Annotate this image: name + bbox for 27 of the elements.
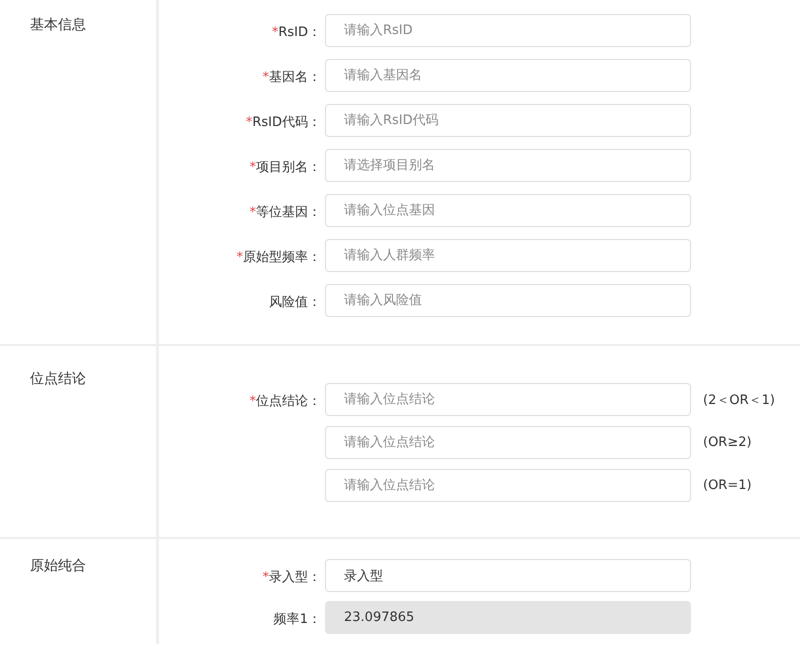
range-note: (OR≥2) (703, 435, 752, 450)
field-label: *录入型： (262, 570, 321, 584)
field-label: 风险值： (269, 294, 321, 310)
input-field[interactable]: 请输入人群频率 (325, 239, 691, 272)
input-field[interactable]: 请输入位点结论 (325, 426, 691, 459)
input-field[interactable]: 请输入位点基因 (325, 194, 691, 227)
input-field[interactable]: 请选择项目别名 (325, 149, 691, 182)
field-label: *基因名： (262, 70, 321, 84)
input-field[interactable]: 录入型 (325, 559, 691, 592)
input-field[interactable]: 请输入位点结论 (325, 469, 691, 502)
field-label: *位点结论： (250, 394, 321, 408)
field-label: *等位基因： (250, 204, 321, 220)
input-field[interactable]: 请输入位点结论 (325, 383, 691, 416)
field-label: *原始型频率： (236, 250, 321, 264)
field-label: 频率1： (274, 612, 321, 626)
field-label: *RsID代码： (246, 114, 321, 130)
field-label: *RsID： (272, 24, 321, 40)
input-field[interactable]: 请输入基因名 (325, 59, 691, 92)
section-title: 原始纯合 (30, 558, 86, 574)
field-label: *项目别名： (250, 160, 321, 174)
input-field[interactable]: 请输入RsID代码 (325, 104, 691, 137)
input-field[interactable]: 请输入RsID (325, 14, 691, 47)
section-title: 位点结论 (30, 371, 86, 387)
range-note: (2＜OR＜1) (703, 392, 775, 408)
section-title: 基本信息 (30, 17, 86, 33)
range-note: (OR=1) (703, 478, 752, 493)
input-field[interactable]: 请输入风险值 (325, 284, 691, 317)
